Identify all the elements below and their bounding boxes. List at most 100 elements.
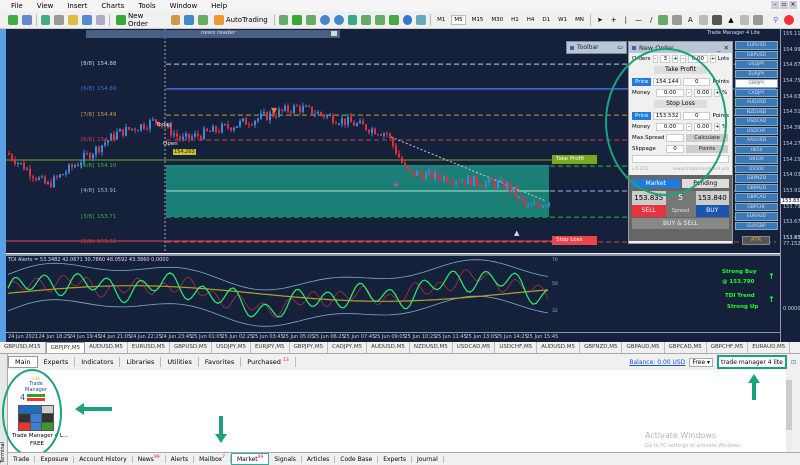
symbol-button-eurjpy[interactable]: EURJPY bbox=[735, 69, 778, 78]
symbol-button-gbpchf[interactable]: GBPCHF bbox=[735, 202, 778, 211]
autoscroll-icon[interactable] bbox=[375, 14, 385, 25]
terminal-tab-news[interactable]: News99 bbox=[133, 455, 166, 463]
templates-icon[interactable] bbox=[416, 14, 427, 25]
metaeditor-icon[interactable] bbox=[170, 14, 181, 25]
text-label-icon[interactable] bbox=[698, 14, 709, 25]
channel-icon[interactable] bbox=[672, 14, 682, 25]
chart-tab[interactable]: GBPAUD,M5 bbox=[622, 342, 665, 353]
news-reader-bar[interactable]: news reader bbox=[86, 30, 340, 38]
chart-tab[interactable]: CADJPY,M5 bbox=[328, 342, 368, 353]
chart-tab[interactable]: EURAUD,M5 bbox=[748, 342, 791, 353]
balance-link[interactable]: Balance: 0.00 USD bbox=[629, 359, 685, 366]
terminal-tab-experts[interactable]: Experts bbox=[378, 455, 412, 463]
cursor-icon[interactable]: ➤ bbox=[595, 15, 605, 25]
search-icon[interactable]: ⊡ bbox=[791, 359, 796, 366]
autotrading-button[interactable]: AutoTrading bbox=[212, 14, 270, 26]
maximize-icon[interactable]: ▭ bbox=[617, 44, 623, 51]
chart-tab[interactable]: GBPJPY,M5 bbox=[45, 342, 86, 353]
horizontal-line-icon[interactable]: — bbox=[633, 15, 644, 25]
symbol-button-us500[interactable]: US500 bbox=[735, 164, 778, 173]
chart-tab[interactable]: GBPCAD,M5 bbox=[665, 342, 707, 353]
signals-icon[interactable] bbox=[198, 14, 208, 25]
terminal-tab-code-base[interactable]: Code Base bbox=[335, 455, 379, 463]
sell-button[interactable]: SELL bbox=[632, 205, 666, 217]
terminal-tab-signals[interactable]: Signals bbox=[269, 455, 302, 463]
symbol-button-gbpjpy[interactable]: GBPJPY bbox=[735, 79, 778, 88]
zoom-in-icon[interactable] bbox=[320, 14, 330, 25]
symbol-button-eurusd[interactable]: EURUSD bbox=[735, 41, 778, 50]
chart-tab[interactable]: GBPNZD,M5 bbox=[580, 342, 623, 353]
vertical-line-icon[interactable]: | bbox=[623, 15, 629, 25]
chart-tab[interactable]: USDCAD,M5 bbox=[453, 342, 496, 353]
tf-m5[interactable]: M5 bbox=[451, 14, 466, 25]
chart-tab[interactable]: AUDUSD,M5 bbox=[537, 342, 581, 353]
menu-help[interactable]: Help bbox=[204, 2, 234, 10]
price-filter-select[interactable]: Free ▾ bbox=[689, 357, 713, 367]
terminal-tab-trade[interactable]: Trade bbox=[8, 455, 36, 463]
shapes-icon[interactable] bbox=[712, 14, 723, 25]
symbol-button-usdcad[interactable]: USDCAD bbox=[735, 117, 778, 126]
minimize-icon[interactable]: _ bbox=[717, 44, 720, 52]
zoom-out-icon[interactable] bbox=[333, 14, 344, 25]
chart-tab[interactable]: USDCHF,M5 bbox=[495, 342, 538, 353]
tab-libraries[interactable]: Libraries bbox=[120, 357, 162, 367]
trendline-icon[interactable]: / bbox=[648, 15, 654, 25]
take-profit-label[interactable]: Take Profit bbox=[552, 155, 597, 164]
scrollbar[interactable] bbox=[786, 370, 792, 452]
experts-icon[interactable] bbox=[184, 14, 195, 25]
indicators-icon[interactable] bbox=[388, 14, 399, 25]
chart-tab[interactable]: AUDUSD,M5 bbox=[85, 342, 128, 353]
menu-file[interactable]: File bbox=[4, 2, 30, 10]
new-chart-icon[interactable] bbox=[8, 14, 18, 25]
text-icon[interactable]: A bbox=[686, 15, 695, 25]
menu-charts[interactable]: Charts bbox=[94, 2, 131, 10]
terminal-icon[interactable] bbox=[81, 14, 92, 25]
tf-w1[interactable]: W1 bbox=[556, 16, 569, 24]
terminal-tab-market[interactable]: Market99 bbox=[231, 453, 270, 465]
tab-experts[interactable]: Experts bbox=[38, 357, 76, 367]
chart-tab[interactable]: GBPJPY,M5 bbox=[290, 342, 329, 353]
market-watch-icon[interactable] bbox=[40, 14, 51, 25]
tab-utilities[interactable]: Utilities bbox=[161, 357, 199, 367]
chart-tab[interactable]: EURUSD,M5 bbox=[128, 342, 170, 353]
symbol-button-uk100[interactable]: UK100 bbox=[735, 155, 778, 164]
chart-tab[interactable]: GBPCHF,M5 bbox=[707, 342, 749, 353]
terminal-tab-articles[interactable]: Articles bbox=[302, 455, 336, 463]
chart-tab[interactable]: AUDUSD,M5 bbox=[367, 342, 410, 353]
lots-increment[interactable]: + bbox=[709, 54, 716, 63]
symbol-button-xauusd[interactable]: XAUUSD bbox=[735, 136, 778, 145]
data-window-icon[interactable] bbox=[54, 14, 65, 25]
terminal-tab-journal[interactable]: Journal bbox=[412, 455, 444, 463]
symbol-button-nzdusd[interactable]: NZDUSD bbox=[735, 107, 778, 116]
notification-icon[interactable] bbox=[784, 14, 795, 25]
symbol-button-usdchf[interactable]: USDCHF bbox=[735, 126, 778, 135]
search-icon[interactable]: ⚲ bbox=[771, 15, 780, 25]
symbol-button-gbpaud[interactable]: GBPAUD bbox=[735, 183, 778, 192]
toolbar-window[interactable]: Toolbar ▭ bbox=[566, 41, 627, 54]
symbol-button-hk50[interactable]: HK50 bbox=[735, 145, 778, 154]
tf-d1[interactable]: D1 bbox=[540, 16, 552, 24]
periods-icon[interactable] bbox=[402, 14, 413, 25]
new-order-button[interactable]: New Order bbox=[114, 11, 166, 29]
navigator-icon[interactable] bbox=[68, 14, 78, 25]
buy-and-sell-button[interactable]: BUY & SELL bbox=[632, 218, 729, 229]
menu-window[interactable]: Window bbox=[163, 2, 205, 10]
chart-shift-icon[interactable] bbox=[361, 14, 372, 25]
terminal-tab-exposure[interactable]: Exposure bbox=[35, 455, 75, 463]
close-icon[interactable]: ✕ bbox=[724, 44, 729, 52]
symbol-button-gbpusd[interactable]: GBPUSD bbox=[735, 50, 778, 59]
news-reader-toggle-icon[interactable] bbox=[331, 31, 337, 36]
tf-h4[interactable]: H4 bbox=[525, 16, 537, 24]
close-icon[interactable]: × bbox=[789, 1, 797, 9]
tile-windows-icon[interactable] bbox=[347, 14, 358, 25]
tf-mn[interactable]: MN bbox=[573, 16, 586, 24]
minimize-icon[interactable]: – bbox=[771, 1, 779, 9]
tester-icon[interactable] bbox=[95, 14, 106, 25]
symbol-button-gbpnzd[interactable]: GBPNZD bbox=[735, 174, 778, 183]
atr-button[interactable]: ATR bbox=[742, 236, 770, 245]
buy-button[interactable]: BUY bbox=[695, 205, 729, 217]
menu-insert[interactable]: Insert bbox=[60, 2, 94, 10]
tab-indicators[interactable]: Indicators bbox=[75, 357, 121, 367]
price-axis[interactable]: 155.110 154.990 154.870 154.750 154.630 154.5… bbox=[780, 29, 800, 342]
profiles-icon[interactable] bbox=[21, 14, 32, 25]
